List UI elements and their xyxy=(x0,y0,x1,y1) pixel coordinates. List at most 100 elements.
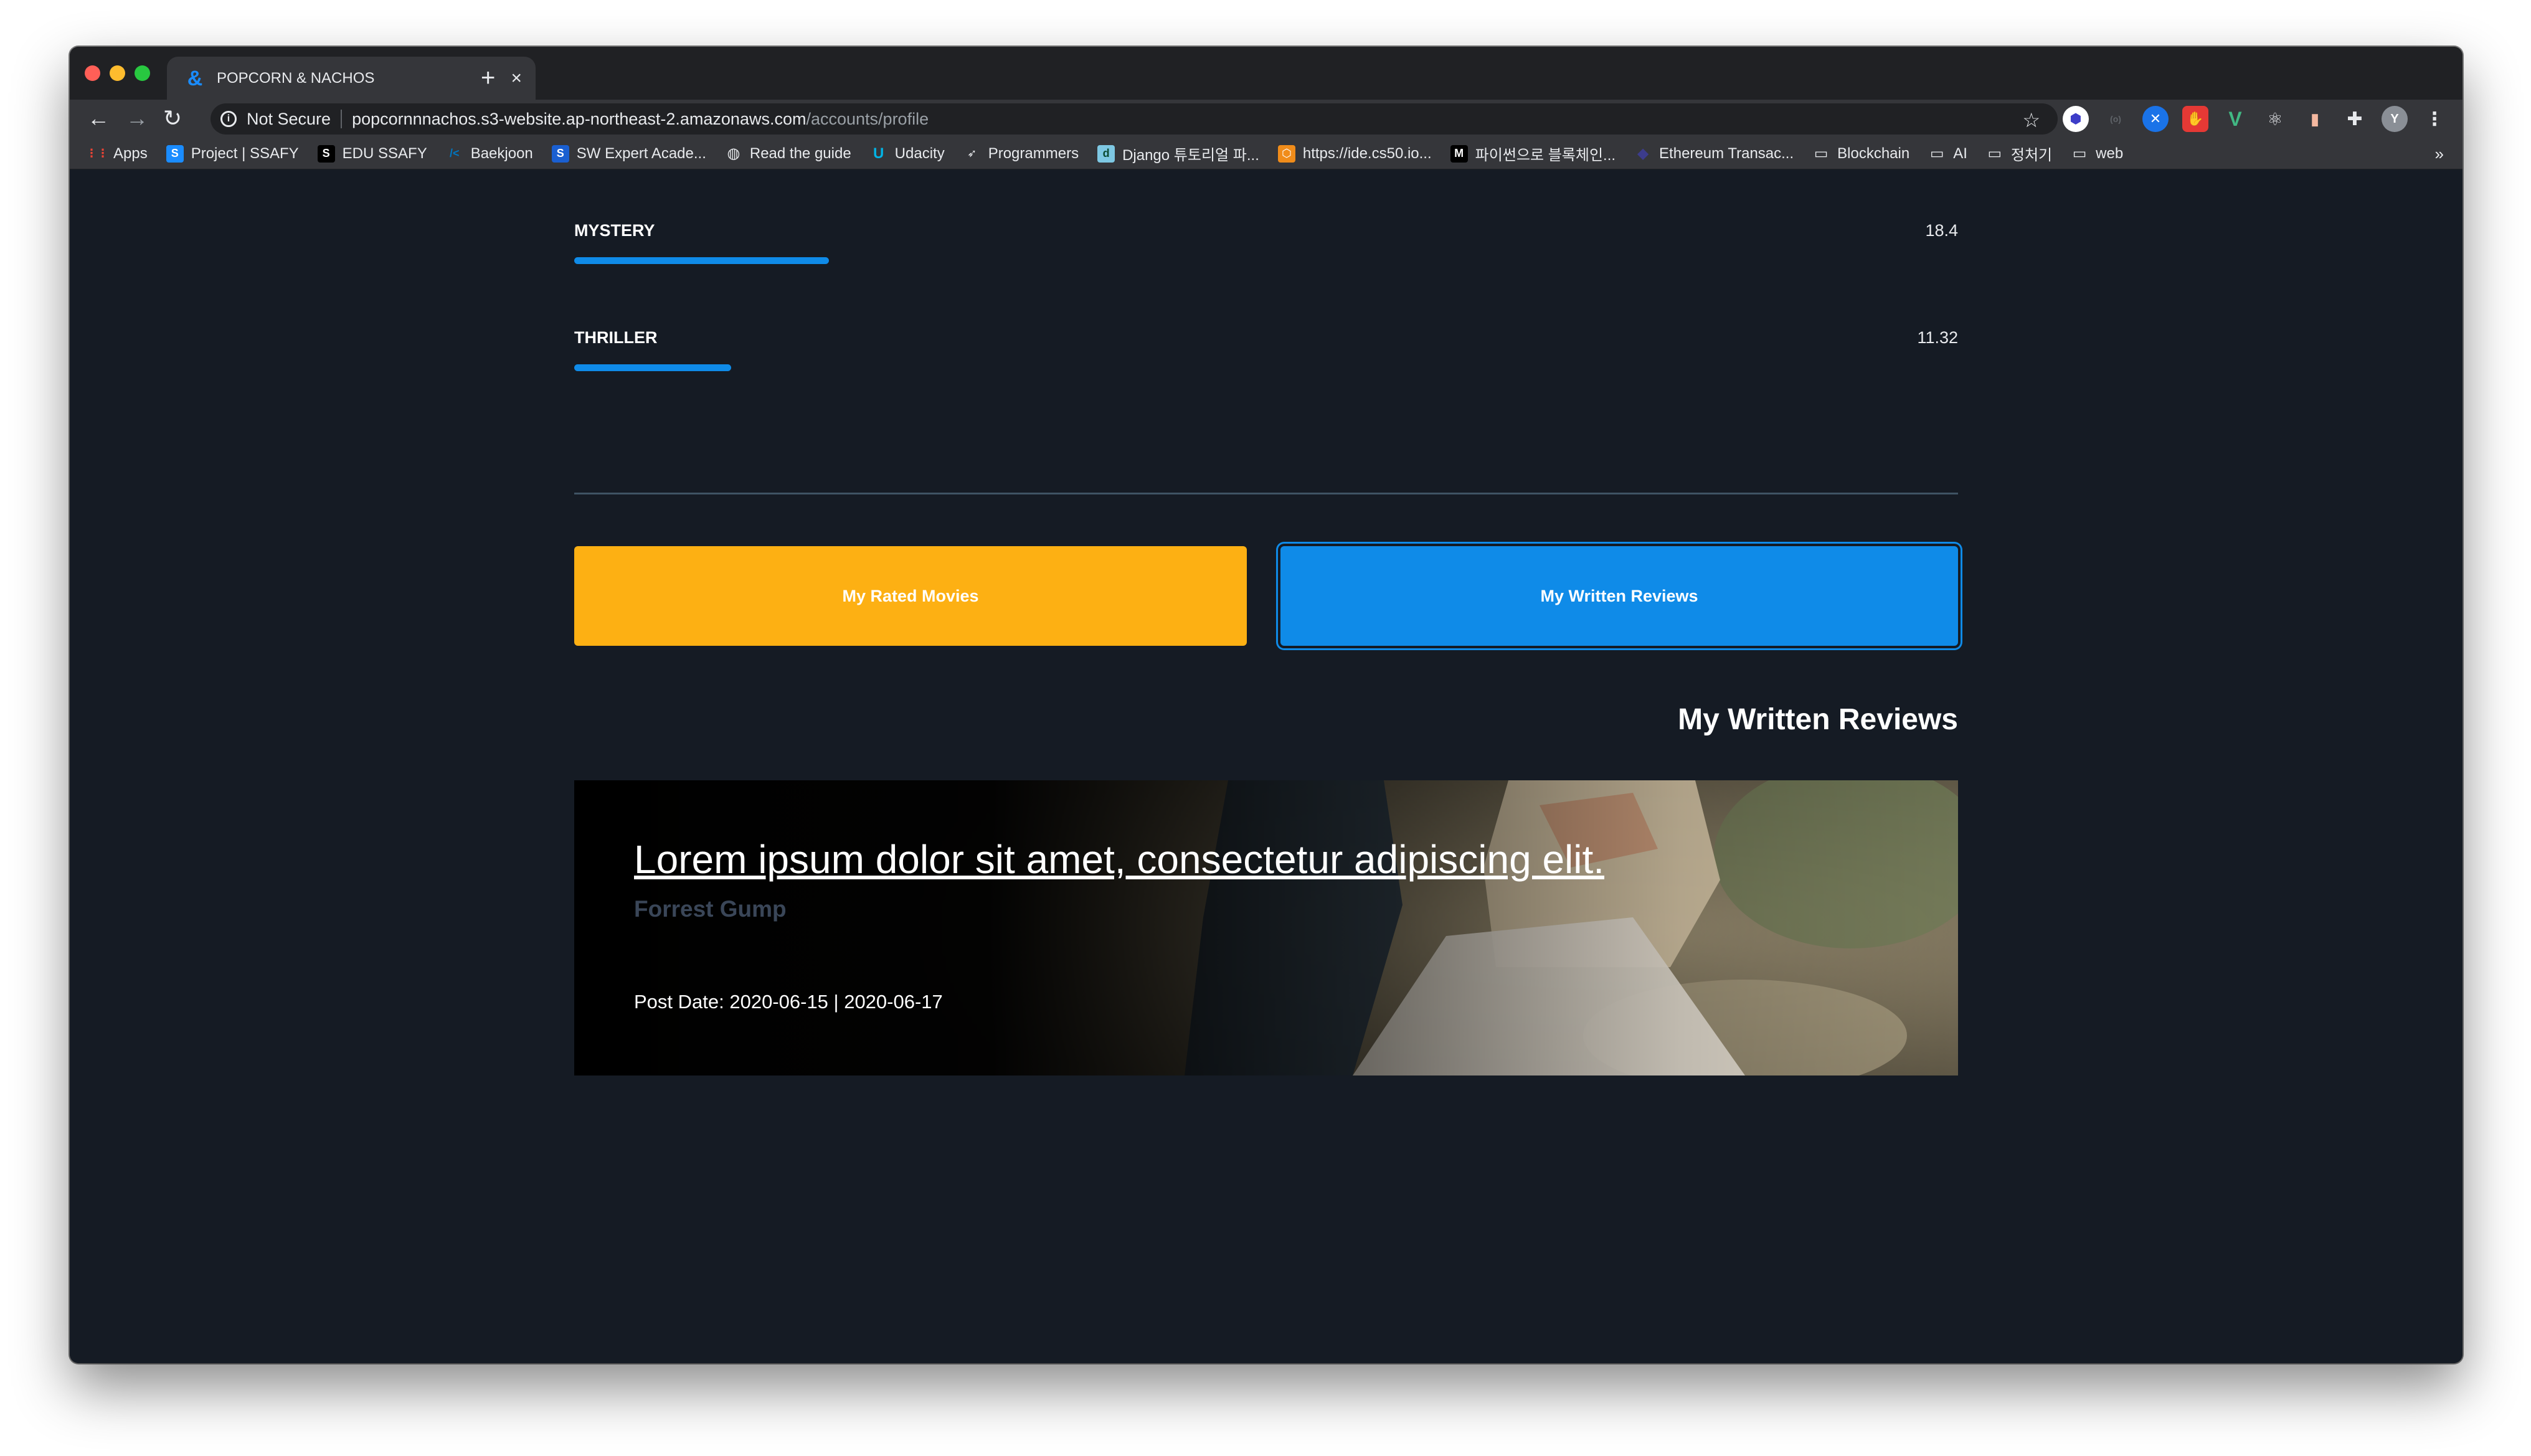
menu-kebab-icon[interactable]: ⋮ xyxy=(2421,106,2448,132)
folder-icon: ▭ xyxy=(1929,145,1944,162)
ssafy-icon: S xyxy=(166,144,184,163)
browser-window: & POPCORN & NACHOS × + ← → ↻ i Not Secur… xyxy=(70,47,2462,1363)
profile-avatar[interactable]: Y xyxy=(2382,106,2408,132)
bookmark-label: Blockchain xyxy=(1837,144,1910,162)
bookmark-label: Programmers xyxy=(988,144,1079,162)
review-card[interactable]: Lorem ipsum dolor sit amet, consectetur … xyxy=(574,780,1958,1075)
bookmark-folder-ai[interactable]: ▭ AI xyxy=(1928,145,1967,163)
folder-icon: ▭ xyxy=(1814,145,1828,162)
back-arrow-icon[interactable]: ← xyxy=(87,106,110,131)
extensions-puzzle-icon[interactable]: ✚ xyxy=(2342,106,2368,132)
bookmark-project-ssafy[interactable]: S Project | SSAFY xyxy=(166,144,299,163)
profile-page: MYSTERY 18.4 THRILLER 11.32 My Rated Mov… xyxy=(70,170,2462,1363)
url-path: /accounts/profile xyxy=(806,109,929,128)
bookmark-programmers[interactable]: ➶ Programmers xyxy=(963,145,1079,163)
bookmark-label: SW Expert Acade... xyxy=(576,144,706,162)
bookmark-label: 파이썬으로 블록체인... xyxy=(1475,147,1616,164)
bookmark-swea[interactable]: S SW Expert Acade... xyxy=(551,144,706,163)
maximize-window-button[interactable] xyxy=(135,65,150,81)
section-divider xyxy=(574,493,1958,494)
bookmark-label: Django 튜토리얼 파... xyxy=(1122,147,1259,164)
bookmark-folder-blockchain[interactable]: ▭ Blockchain xyxy=(1812,145,1909,163)
genre-score: 11.32 xyxy=(1917,328,1958,347)
bookmark-ethereum[interactable]: ◆ Ethereum Transac... xyxy=(1634,145,1794,163)
bookmarks-overflow-button[interactable]: » xyxy=(2435,144,2444,164)
swea-icon: S xyxy=(551,144,569,163)
bookmark-label: Project | SSAFY xyxy=(191,144,299,162)
programmers-icon: ➶ xyxy=(967,147,977,159)
genre-progress-bar xyxy=(574,364,731,371)
django-icon: d xyxy=(1097,144,1115,163)
bookmark-label: Baekjoon xyxy=(470,144,533,162)
folder-icon: ▭ xyxy=(2072,145,2087,162)
ethereum-icon: ◆ xyxy=(1637,145,1649,162)
movie-backdrop-image xyxy=(574,780,1958,1075)
vue-devtools-icon[interactable]: V xyxy=(2222,106,2248,132)
extension-adblock-icon[interactable]: ✋ xyxy=(2182,106,2208,132)
genre-name: THRILLER xyxy=(574,328,658,347)
bookmark-label: Ethereum Transac... xyxy=(1659,144,1794,162)
section-title: My Written Reviews xyxy=(1678,703,1958,736)
bookmark-star-icon[interactable]: ☆ xyxy=(2022,108,2040,132)
bookmark-label: Apps xyxy=(113,144,148,162)
udacity-icon: U xyxy=(873,144,884,162)
genre-score: 18.4 xyxy=(1925,221,1958,240)
url-host: popcornnnachos.s3-website.ap-northeast-2… xyxy=(352,109,807,128)
bookmark-label: https://ide.cs50.io... xyxy=(1302,144,1432,162)
reload-icon[interactable]: ↻ xyxy=(163,106,182,131)
review-movie-title: Forrest Gump xyxy=(634,896,787,922)
bookmark-cs50[interactable]: ⬡ https://ide.cs50.io... xyxy=(1277,144,1432,163)
ampersand-icon: & xyxy=(187,66,203,90)
security-label: Not Secure xyxy=(247,109,331,128)
bookmark-label: Udacity xyxy=(894,144,945,162)
medium-icon: M xyxy=(1450,144,1468,163)
genre-name: MYSTERY xyxy=(574,221,655,240)
extension-translate-icon[interactable]: ✕ xyxy=(2142,106,2169,132)
bookmark-label: Read the guide xyxy=(749,144,851,162)
folder-icon: ▭ xyxy=(1987,145,2002,162)
bookmarks-bar: ⋮⋮ Apps S Project | SSAFY S EDU SSAFY /<… xyxy=(70,138,2462,169)
minimize-window-button[interactable] xyxy=(110,65,125,81)
bookmark-folder-web[interactable]: ▭ web xyxy=(2071,145,2123,163)
baekjoon-icon: /< xyxy=(449,147,460,159)
extension-bottle-icon[interactable]: ▮ xyxy=(2302,106,2328,132)
profile-content: MYSTERY 18.4 THRILLER 11.32 My Rated Mov… xyxy=(574,170,1958,1363)
divider xyxy=(341,110,343,128)
new-tab-button[interactable]: + xyxy=(481,65,495,90)
bookmark-django[interactable]: d Django 튜토리얼 파... xyxy=(1097,143,1259,164)
close-icon[interactable]: × xyxy=(511,68,522,89)
bookmark-label: web xyxy=(2096,144,2124,162)
forward-arrow-icon[interactable]: → xyxy=(126,106,148,131)
extension-placeholder-icon[interactable]: (o) xyxy=(2103,106,2129,132)
edu-ssafy-icon: S xyxy=(317,144,335,163)
bookmark-udacity[interactable]: U Udacity xyxy=(870,145,945,163)
my-written-reviews-button[interactable]: My Written Reviews xyxy=(1280,546,1958,646)
tab-bar: & POPCORN & NACHOS × + xyxy=(70,47,2462,100)
browser-toolbar: ← → ↻ i Not Secure popcornnnachos.s3-web… xyxy=(70,100,2462,138)
cs50-icon: ⬡ xyxy=(1277,144,1295,163)
info-icon[interactable]: i xyxy=(220,111,237,127)
close-window-button[interactable] xyxy=(85,65,100,81)
my-rated-movies-button[interactable]: My Rated Movies xyxy=(574,546,1247,646)
bookmark-label: AI xyxy=(1953,144,1967,162)
genre-row: THRILLER 11.32 xyxy=(574,277,1958,384)
bookmark-baekjoon[interactable]: /< Baekjoon xyxy=(446,145,533,163)
extensions-area: ⬢ (o) ✕ ✋ V ⚛ ▮ ✚ Y ⋮ xyxy=(2063,106,2448,132)
tab-title: POPCORN & NACHOS xyxy=(217,69,375,87)
bookmark-label: 정처기 xyxy=(2010,147,2053,164)
bookmark-folder-jeongcheogi[interactable]: ▭ 정처기 xyxy=(1986,143,2053,164)
review-post-date: Post Date: 2020-06-15 | 2020-06-17 xyxy=(634,991,943,1013)
globe-icon: ◍ xyxy=(727,145,740,162)
bookmark-read-the-guide[interactable]: ◍ Read the guide xyxy=(725,145,851,163)
bookmark-apps[interactable]: ⋮⋮ Apps xyxy=(86,144,148,163)
review-title-link[interactable]: Lorem ipsum dolor sit amet, consectetur … xyxy=(634,836,1604,882)
bookmark-edu-ssafy[interactable]: S EDU SSAFY xyxy=(317,144,427,163)
bookmark-medium[interactable]: M 파이썬으로 블록체인... xyxy=(1450,143,1616,164)
extension-hexagon-icon[interactable]: ⬢ xyxy=(2063,106,2089,132)
genre-row: MYSTERY 18.4 xyxy=(574,170,1958,277)
genre-progress-bar xyxy=(574,257,829,264)
react-devtools-icon[interactable]: ⚛ xyxy=(2262,106,2288,132)
apps-grid-icon: ⋮⋮ xyxy=(86,147,108,159)
address-bar[interactable]: i Not Secure popcornnnachos.s3-website.a… xyxy=(211,103,2058,135)
bookmark-label: EDU SSAFY xyxy=(342,144,427,162)
